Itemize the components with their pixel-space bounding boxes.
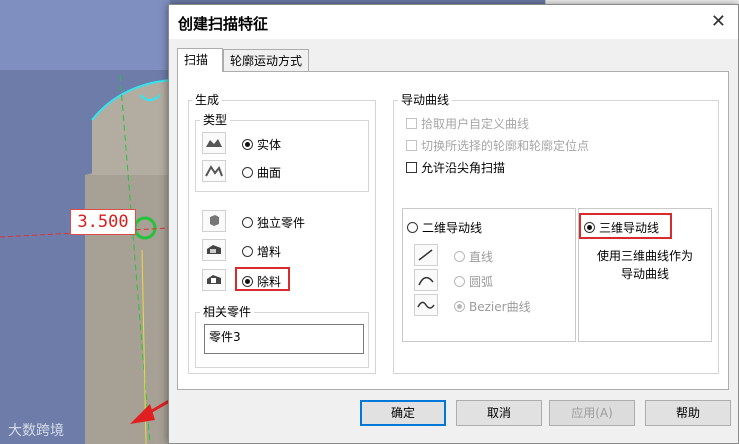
allow-sharp-corner-label: 允许沿尖角扫描	[421, 161, 506, 175]
create-sweep-feature-dialog: 创建扫描特征 ✕ 扫描 轮廓运动方式 生成 类型 实体 曲面 独立零件 增料 除…	[168, 4, 739, 444]
radio-indicator	[242, 217, 253, 228]
dialog-titlebar[interactable]: 创建扫描特征 ✕	[169, 5, 738, 39]
related-part-field[interactable]: 零件3	[204, 324, 364, 354]
line-icon	[414, 244, 438, 266]
3d-guide-description: 使用三维曲线作为 导动曲线	[580, 247, 710, 283]
solid-icon	[202, 132, 226, 154]
radio-indicator	[242, 139, 253, 150]
radio-indicator	[454, 301, 465, 312]
2d-guide-label: 二维导动线	[422, 221, 483, 235]
tab-sweep[interactable]: 扫描	[177, 48, 223, 72]
line-radio[interactable]: 直线	[454, 248, 493, 265]
line-label: 直线	[469, 250, 494, 264]
watermark: 大数跨境	[8, 423, 64, 439]
cancel-button[interactable]: 取消	[456, 400, 542, 426]
arc-icon	[414, 269, 438, 291]
radio-indicator	[454, 251, 465, 262]
surface-icon	[202, 160, 226, 182]
radio-indicator	[242, 167, 253, 178]
add-material-radio[interactable]: 增料	[242, 243, 281, 260]
checkbox-indicator	[406, 162, 417, 173]
bezier-radio[interactable]: Bezier曲线	[454, 298, 531, 315]
3d-guide-description-line2: 导动曲线	[620, 267, 669, 281]
bezier-icon	[414, 294, 438, 316]
type-solid-radio[interactable]: 实体	[242, 136, 281, 153]
dimension-label: 3.500	[70, 209, 136, 235]
type-surface-radio[interactable]: 曲面	[242, 164, 281, 181]
pick-custom-curve-label: 拾取用户自定义曲线	[421, 117, 530, 131]
radio-indicator	[407, 222, 418, 233]
part-icon	[202, 210, 226, 232]
2d-guide-radio[interactable]: 二维导动线	[407, 219, 482, 236]
sweep-tab-pane: 生成 类型 实体 曲面 独立零件 增料 除料 相关零件 零件3 导动曲线 拾取用…	[177, 71, 729, 390]
apply-button[interactable]: 应用(A)	[549, 400, 635, 426]
type-group-label: 类型	[200, 113, 231, 127]
add-material-icon	[202, 239, 226, 261]
dialog-title: 创建扫描特征	[178, 15, 269, 33]
remove-material-highlight	[235, 267, 290, 291]
3d-guide-highlight	[579, 213, 672, 239]
independent-part-radio[interactable]: 独立零件	[242, 214, 305, 231]
guide-curve-group-label: 导动曲线	[398, 93, 453, 107]
pick-custom-curve-checkbox[interactable]: 拾取用户自定义曲线	[406, 115, 529, 132]
related-part-label: 相关零件	[200, 305, 255, 319]
generate-group-label: 生成	[192, 93, 223, 107]
arc-radio[interactable]: 圆弧	[454, 273, 493, 290]
checkbox-indicator	[406, 118, 417, 129]
radio-indicator	[454, 276, 465, 287]
radio-indicator	[242, 246, 253, 257]
type-solid-label: 实体	[257, 138, 282, 152]
type-surface-label: 曲面	[257, 166, 282, 180]
3d-guide-description-line1: 使用三维曲线作为	[596, 249, 693, 263]
ok-button[interactable]: 确定	[360, 400, 446, 426]
bezier-label: Bezier曲线	[469, 300, 531, 314]
arc-label: 圆弧	[469, 275, 494, 289]
remove-material-icon	[202, 269, 226, 291]
checkbox-indicator	[406, 140, 417, 151]
independent-part-label: 独立零件	[257, 216, 306, 230]
help-button[interactable]: 帮助	[645, 400, 731, 426]
allow-sharp-corner-checkbox[interactable]: 允许沿尖角扫描	[406, 159, 505, 176]
switch-profile-label: 切换所选择的轮廓和轮廓定位点	[421, 139, 590, 153]
tab-profile-motion[interactable]: 轮廓运动方式	[223, 49, 309, 71]
close-icon[interactable]: ✕	[711, 11, 726, 32]
add-material-label: 增料	[257, 245, 282, 259]
switch-profile-checkbox[interactable]: 切换所选择的轮廓和轮廓定位点	[406, 137, 589, 154]
